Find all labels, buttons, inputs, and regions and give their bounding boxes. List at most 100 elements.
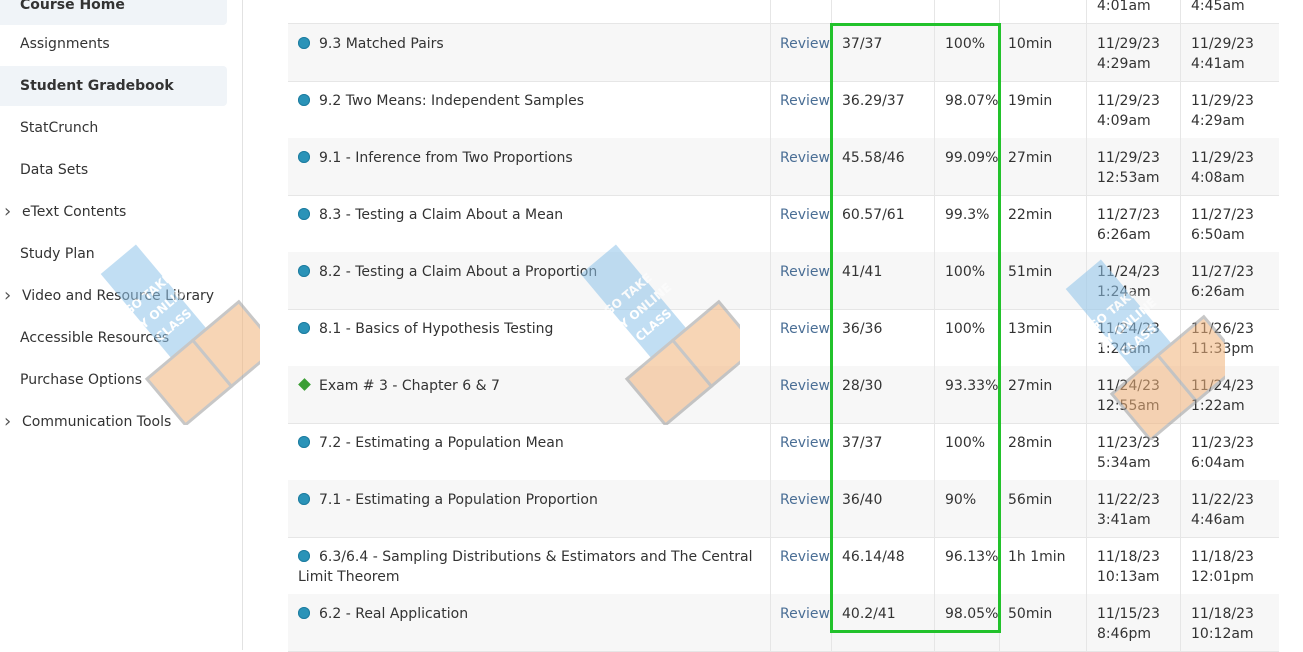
circle-icon <box>298 265 310 277</box>
sidebar-item-accessible-resources[interactable]: Accessible Resources <box>0 318 227 358</box>
assignment-name-cell: 9.3 Matched Pairs <box>298 34 768 54</box>
assignment-name[interactable]: 9.2 Two Means: Independent Samples <box>319 93 584 109</box>
end-date: 11/18/23 <box>1191 549 1254 565</box>
review-link[interactable]: Review <box>780 433 830 453</box>
assignment-name[interactable]: 7.1 - Estimating a Population Proportion <box>319 492 598 508</box>
assignment-name[interactable]: 9.3 Matched Pairs <box>319 36 444 52</box>
review-link[interactable]: Review <box>780 34 830 54</box>
assignment-name[interactable]: 6.2 - Real Application <box>319 606 468 622</box>
end-date: 11/26/23 <box>1191 321 1254 337</box>
table-row: 9.3 Matched Pairs Review 37/37 100% 10min 11/… <box>288 24 1279 82</box>
circle-icon <box>298 493 310 505</box>
sidebar-nav: Course Home Assignments Student Gradebook S… <box>0 0 243 650</box>
sidebar-item-statcrunch[interactable]: StatCrunch <box>0 108 227 148</box>
table-row: 8.1 - Basics of Hypothesis Testing Review… <box>288 309 1279 367</box>
score-cell <box>831 0 935 23</box>
review-link[interactable]: Review <box>780 604 830 624</box>
sidebar-item-purchase-options[interactable]: Purchase Options <box>0 360 227 400</box>
percent: 99.09% <box>945 150 999 166</box>
time-spent: 50min <box>1008 606 1053 622</box>
end-cell: 11/24/23 1:22am <box>1180 366 1280 423</box>
review-cell: Review <box>770 81 831 138</box>
percent: 100% <box>945 264 986 280</box>
sidebar-item-data-sets[interactable]: Data Sets <box>0 150 227 190</box>
time-spent: 13min <box>1008 321 1053 337</box>
time-spent: 10min <box>1008 36 1053 52</box>
review-link[interactable]: Review <box>780 262 830 282</box>
score: 36.29/37 <box>842 93 905 109</box>
percent: 100% <box>945 435 986 451</box>
table-row: 6.3/6.4 - Sampling Distributions & Estim… <box>288 537 1279 595</box>
sidebar-item-label: Student Gradebook <box>20 78 174 94</box>
assignment-name[interactable]: 9.1 - Inference from Two Proportions <box>319 150 573 166</box>
sidebar-item-label: Study Plan <box>20 246 95 262</box>
review-link[interactable]: Review <box>780 547 830 567</box>
sidebar-item-label: Purchase Options <box>20 372 143 388</box>
assignment-name[interactable]: 8.1 - Basics of Hypothesis Testing <box>319 321 553 337</box>
start-cell: 11/15/23 8:46pm <box>1086 594 1181 651</box>
table-row: 7.2 - Estimating a Population Mean Review… <box>288 423 1279 481</box>
sidebar-item-course-home[interactable]: Course Home <box>0 0 227 25</box>
review-cell: Review <box>770 366 831 423</box>
time-spent: 28min <box>1008 435 1053 451</box>
time-cell <box>999 0 1087 23</box>
end-cell: 11/29/23 4:41am <box>1180 24 1280 81</box>
sidebar-item-assignments[interactable]: Assignments <box>0 24 227 64</box>
review-cell: Review <box>770 480 831 537</box>
review-link[interactable]: Review <box>780 205 830 225</box>
assignment-name-cell: 9.1 - Inference from Two Proportions <box>298 148 768 168</box>
table-row: 7.1 - Estimating a Population Proportion… <box>288 480 1279 538</box>
review-cell: Review <box>770 594 831 651</box>
end-time: 4:45am <box>1191 0 1245 14</box>
assignment-name[interactable]: 8.3 - Testing a Claim About a Mean <box>319 207 563 223</box>
assignment-name[interactable]: 8.2 - Testing a Claim About a Proportion <box>319 264 597 280</box>
assignment-name-cell: 8.3 - Testing a Claim About a Mean <box>298 205 768 225</box>
assignment-name[interactable]: 7.2 - Estimating a Population Mean <box>319 435 564 451</box>
review-cell: Review <box>770 537 831 594</box>
time-spent: 1h 1min <box>1008 549 1066 565</box>
time-spent: 56min <box>1008 492 1053 508</box>
score-cell: 36/40 <box>831 480 935 537</box>
circle-icon <box>298 436 310 448</box>
assignment-name-cell: 9.2 Two Means: Independent Samples <box>298 91 768 111</box>
end-time: 6:50am <box>1191 227 1245 243</box>
score: 37/37 <box>842 36 883 52</box>
end-time: 1:22am <box>1191 398 1245 414</box>
percent: 90% <box>945 492 977 508</box>
start-time: 3:41am <box>1097 512 1151 528</box>
review-link[interactable]: Review <box>780 91 830 111</box>
score: 37/37 <box>842 435 883 451</box>
review-link[interactable]: Review <box>780 376 830 396</box>
score-cell: 41/41 <box>831 252 935 309</box>
table-row: 9.2 Two Means: Independent Samples Review… <box>288 81 1279 139</box>
sidebar-item-label: Accessible Resources <box>20 330 170 346</box>
assignment-name[interactable]: 6.3/6.4 - Sampling Distributions & Estim… <box>298 549 753 585</box>
percent-cell <box>934 0 999 23</box>
review-link[interactable]: Review <box>780 148 830 168</box>
circle-icon <box>298 322 310 334</box>
start-time: 4:01am <box>1097 0 1151 14</box>
sidebar-item-study-plan[interactable]: Study Plan <box>0 234 227 274</box>
sidebar-item-video-and-resource-library[interactable]: › Video and Resource Library <box>0 276 227 316</box>
time-cell: 1h 1min <box>999 537 1087 594</box>
end-cell: 11/27/23 6:26am <box>1180 252 1280 309</box>
end-time: 12:01pm <box>1191 569 1254 585</box>
assignment-name-cell: 6.3/6.4 - Sampling Distributions & Estim… <box>298 547 758 587</box>
assignment-name-cell: 7.2 - Estimating a Population Mean <box>298 433 768 453</box>
end-date: 11/24/23 <box>1191 378 1254 394</box>
start-date: 11/24/23 <box>1097 264 1160 280</box>
assignment-name-cell: Exam # 3 - Chapter 6 & 7 <box>298 376 768 396</box>
circle-icon <box>298 550 310 562</box>
assignment-name[interactable]: Exam # 3 - Chapter 6 & 7 <box>319 378 500 394</box>
review-cell: Review <box>770 309 831 366</box>
end-date: 11/18/23 <box>1191 606 1254 622</box>
percent-cell: 100% <box>934 309 999 366</box>
sidebar-item-student-gradebook[interactable]: Student Gradebook <box>0 66 227 106</box>
table-row: 8.2 - Testing a Claim About a Proportion… <box>288 252 1279 310</box>
review-link[interactable]: Review <box>780 490 830 510</box>
sidebar-item-label: Assignments <box>20 36 110 52</box>
review-link[interactable]: Review <box>780 319 830 339</box>
sidebar-item-communication-tools[interactable]: › Communication Tools <box>0 402 227 442</box>
review-cell: Review <box>770 423 831 480</box>
sidebar-item-etext-contents[interactable]: › eText Contents <box>0 192 227 232</box>
